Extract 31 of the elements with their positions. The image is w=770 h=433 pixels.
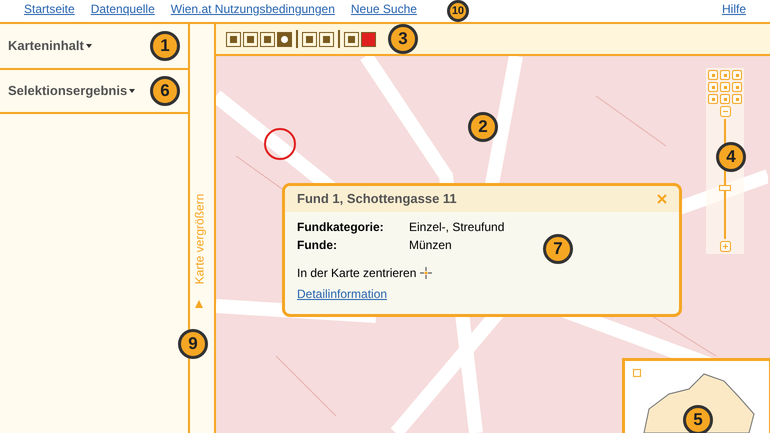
nav-link[interactable]: Datenquelle [90, 0, 155, 18]
callout-number: 9 [178, 329, 208, 359]
callout-number: 10 [446, 0, 469, 22]
dropdown-caret-icon [129, 89, 136, 93]
popup-title: Fund 1, Schottengasse 11 [297, 190, 457, 208]
callout-number: 6 [150, 76, 180, 106]
help-link[interactable]: Hilfe [722, 0, 746, 18]
triangle-icon [195, 300, 203, 308]
field-label: Fundkategorie: [297, 219, 385, 236]
field-label: Funde: [297, 237, 338, 254]
panel-header[interactable]: Selektionsergebnis [8, 81, 136, 101]
panel-header[interactable]: Karteninhalt [8, 36, 92, 56]
zoom-out-icon[interactable] [720, 106, 730, 117]
dropdown-caret-icon [86, 44, 92, 48]
nav-link[interactable]: Neue Suche [350, 0, 417, 18]
callout-number: 2 [468, 112, 498, 142]
field-value: Einzel-, Streufund [409, 219, 504, 236]
crosshair-icon[interactable] [420, 267, 432, 279]
callout-number: 7 [543, 234, 573, 264]
field-value: Münzen [409, 237, 452, 254]
detail-link[interactable]: Detailinformation [297, 287, 388, 301]
nav-link[interactable]: Startseite [24, 0, 75, 18]
callout-number: 1 [150, 31, 180, 61]
center-map-text[interactable]: In der Karte zentrieren [297, 264, 416, 282]
map[interactable]: 2 Fund 1, Schottengasse 11 Fundkategorie: Einzel-, Streufund Funde: Münzen In der Karte zentrieren Detailinformation 7 4 5 [216, 56, 770, 433]
overview-map[interactable]: 5 [622, 358, 770, 433]
close-icon[interactable] [657, 194, 667, 204]
collapse-icon[interactable] [633, 369, 641, 377]
callout-number: 3 [388, 24, 418, 54]
slider-thumb[interactable] [719, 185, 731, 192]
nav-link[interactable]: Wien.at Nutzungsbedingungen [170, 0, 335, 18]
